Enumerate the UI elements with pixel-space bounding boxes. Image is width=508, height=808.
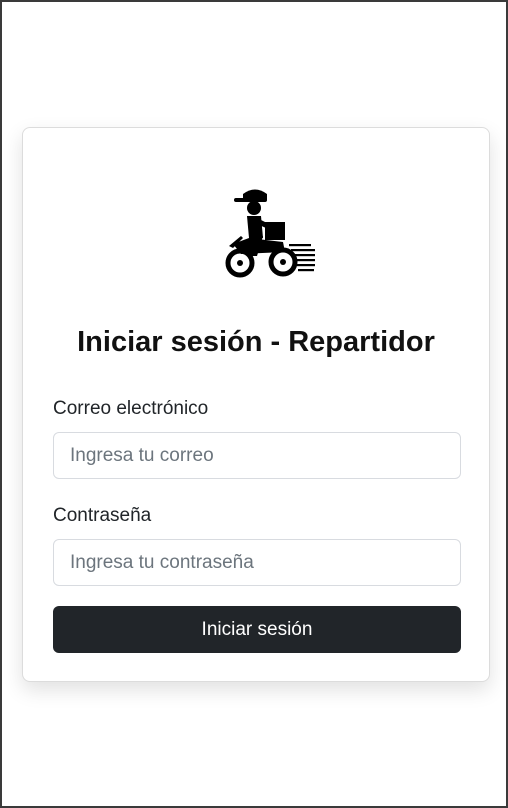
login-button[interactable]: Iniciar sesión xyxy=(53,606,461,653)
password-field[interactable] xyxy=(53,539,461,586)
page-title: Iniciar sesión - Repartidor xyxy=(77,326,435,358)
password-label: Contraseña xyxy=(53,505,152,526)
email-label: Correo electrónico xyxy=(53,398,209,419)
delivery-motorbike-icon xyxy=(225,189,315,278)
email-field[interactable] xyxy=(53,432,461,479)
app-window: Iniciar sesión - Repartidor Correo elect… xyxy=(0,0,508,808)
login-card: Iniciar sesión - Repartidor Correo elect… xyxy=(22,127,490,682)
